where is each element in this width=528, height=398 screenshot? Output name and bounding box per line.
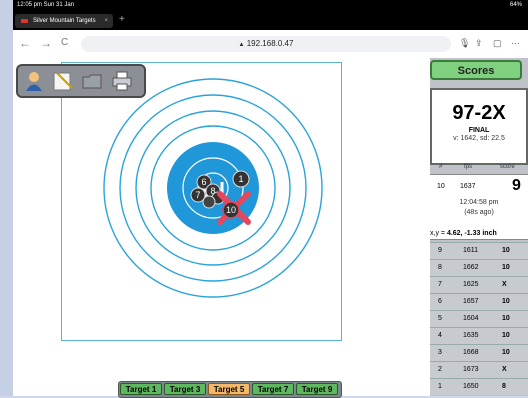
share-icon[interactable]: ⇪ (475, 38, 483, 49)
score-panel: Scores 97-2X FINAL v: 1642, sd: 22.5 # f… (430, 58, 528, 396)
target-7-button[interactable]: Target 7 (252, 383, 294, 395)
svg-text:1: 1 (238, 174, 243, 184)
shot-1: 1 (232, 170, 250, 188)
tab-bar: Silver Mountain Targets × + (13, 10, 528, 30)
header-score: score (500, 164, 515, 170)
url-text: 192.168.0.47 (246, 39, 294, 48)
velocity-stats: v: 1642, sd: 22.5 (453, 135, 505, 142)
left-frame (0, 0, 13, 396)
battery-level: 64% (509, 2, 522, 8)
shot-row[interactable]: 5 1604 10 (430, 310, 528, 327)
target-1-button[interactable]: Target 1 (120, 383, 162, 395)
last-shot-time: 12:04:58 pm (459, 199, 499, 206)
tab-close-button[interactable]: × (104, 14, 108, 28)
microphone-icon[interactable]: 🎙 (459, 38, 470, 49)
tab-title: Silver Mountain Targets (33, 18, 96, 24)
shot-row[interactable]: 9 1611 10 (430, 242, 528, 259)
last-shot-coords: x,y = 4.62, -1.33 inch (430, 230, 497, 237)
shot-row[interactable]: 6 1657 10 (430, 293, 528, 310)
final-label: FINAL (468, 127, 490, 134)
target-3-button[interactable]: Target 3 (164, 383, 206, 395)
edit-icon[interactable] (52, 70, 74, 92)
folder-icon[interactable] (81, 70, 103, 92)
shot-row[interactable]: 1 1650 8 (430, 378, 528, 395)
total-score: 97-2X (452, 102, 506, 124)
target-selector: Target 1 Target 3 Target 5 Target 7 Targ… (118, 381, 342, 398)
lock-icon: ▲ (238, 42, 245, 48)
last-shot-score: 9 (512, 177, 521, 194)
shot-row[interactable]: 4 1635 10 (430, 327, 528, 344)
browser-tab[interactable]: Silver Mountain Targets × (15, 14, 113, 28)
svg-text:10: 10 (226, 205, 236, 215)
scores-button[interactable]: Scores (430, 60, 522, 80)
forward-button[interactable]: → (40, 36, 52, 50)
shot-row[interactable]: 8 1662 10 (430, 259, 528, 276)
shot-list: 9 1611 10 8 1662 10 7 1625 X 6 1657 10 5 1604 10 4… (430, 242, 528, 395)
shot-marker (202, 195, 216, 209)
last-shot-fps: 1637 (460, 183, 476, 190)
status-time: 12:05 pm Sun 31 Jan (17, 2, 75, 8)
coords-value: 4.62, -1.33 inch (446, 230, 497, 237)
status-bar: 12:05 pm Sun 31 Jan 64% (13, 0, 528, 10)
target-5-button[interactable]: Target 5 (208, 383, 250, 395)
back-button[interactable]: ← (19, 36, 31, 50)
last-shot-ago: (48s ago) (464, 209, 494, 216)
target-svg[interactable]: 6 7 8 1 10 (13, 58, 433, 378)
shot-row[interactable]: 7 1625 X (430, 276, 528, 293)
score-summary: 97-2X FINAL v: 1642, sd: 22.5 (430, 88, 528, 165)
printer-icon[interactable] (111, 70, 133, 92)
tabs-icon[interactable]: ▢ (493, 38, 502, 49)
shot-row[interactable]: 2 1673 X (430, 361, 528, 378)
new-tab-button[interactable]: + (119, 14, 125, 25)
shot-table-header: # fps score (430, 164, 528, 174)
last-shot-num: 10 (437, 183, 445, 190)
shot-row[interactable]: 3 1668 10 (430, 344, 528, 361)
header-num: # (439, 164, 443, 170)
more-button[interactable]: ··· (511, 38, 520, 48)
svg-text:7: 7 (195, 190, 200, 200)
favicon-icon (21, 19, 28, 23)
target-9-button[interactable]: Target 9 (296, 383, 338, 395)
user-icon[interactable] (23, 70, 45, 92)
tool-bar (16, 64, 146, 98)
coords-label: x,y = (430, 230, 445, 237)
reload-button[interactable]: C (61, 37, 68, 48)
last-shot-detail: 10 1637 9 12:04:58 pm (48s ago) x,y = 4.… (430, 174, 528, 240)
header-fps: fps (464, 164, 473, 170)
address-bar[interactable]: ▲ 192.168.0.47 (81, 36, 451, 52)
svg-text:6: 6 (201, 177, 206, 187)
browser-toolbar: ← → C ▲ 192.168.0.47 🎙 ⇪ ▢ ··· (13, 30, 528, 59)
